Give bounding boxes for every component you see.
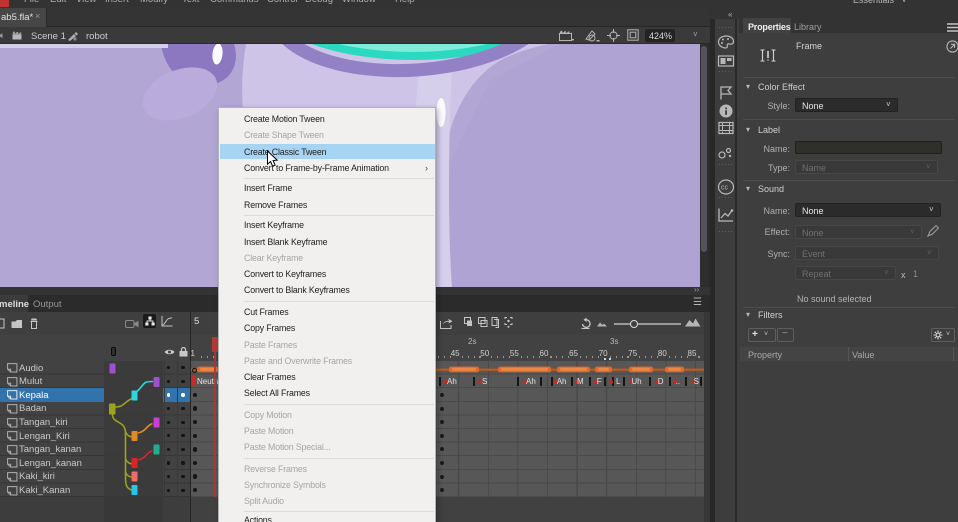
svg-text:cc: cc bbox=[721, 185, 729, 192]
